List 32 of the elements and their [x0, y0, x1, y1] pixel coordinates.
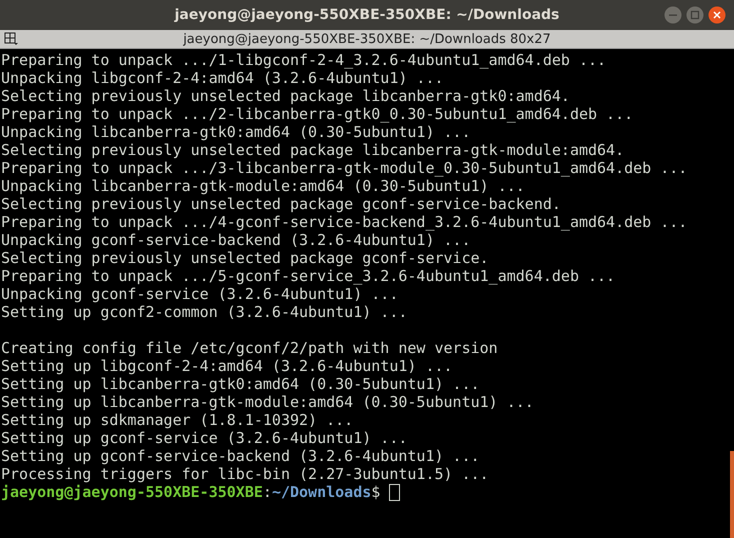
grid-menu-icon[interactable]	[4, 32, 18, 46]
output-line: Selecting previously unselected package gconf-service-backend.	[0, 195, 562, 213]
output-line: Preparing to unpack .../5-gconf-service_3.2.6-4ubuntu1_amd64.deb ...	[0, 267, 616, 285]
output-line: Unpacking libcanberra-gtk-module:amd64 (0.30-5ubuntu1) ...	[0, 177, 526, 195]
prompt-path: ~/Downloads	[272, 483, 372, 501]
output-line: Preparing to unpack .../1-libgconf-2-4_3.2.6-4ubuntu1_amd64.deb ...	[0, 51, 608, 69]
output-line: Preparing to unpack .../4-gconf-service-backend_3.2.6-4ubuntu1_amd64.deb ...	[0, 213, 688, 231]
output-line: Processing triggers for libc-bin (2.27-3ubuntu1.5) ...	[0, 465, 490, 483]
output-line: Unpacking gconf-service-backend (3.2.6-4ubuntu1) ...	[0, 231, 472, 249]
output-line: Unpacking libgconf-2-4:amd64 (3.2.6-4ubuntu1) ...	[0, 69, 445, 87]
prompt-separator: :	[262, 483, 272, 501]
output-line: Setting up sdkmanager (1.8.1-10392) ...	[0, 411, 354, 429]
output-line: Setting up libgconf-2-4:amd64 (3.2.6-4ubuntu1) ...	[0, 357, 454, 375]
output-line: Unpacking libcanberra-gtk0:amd64 (0.30-5ubuntu1) ...	[0, 123, 472, 141]
prompt-user-host: jaeyong@jaeyong-550XBE-350XBE	[1, 483, 263, 501]
output-line: Setting up gconf-service (3.2.6-4ubuntu1) ...	[0, 429, 408, 447]
terminal-size-title: jaeyong@jaeyong-550XBE-350XBE: ~/Downloads 80x27	[182, 32, 552, 46]
output-line: Creating config file /etc/gconf/2/path with new version	[0, 339, 499, 357]
output-line: Setting up gconf2-common (3.2.6-4ubuntu1) ...	[0, 303, 408, 321]
output-line: Setting up libcanberra-gtk-module:amd64 (0.30-5ubuntu1) ...	[0, 393, 535, 411]
prompt-symbol: $	[371, 483, 380, 501]
output-line: Selecting previously unselected package libcanberra-gtk-module:amd64.	[0, 141, 626, 159]
close-icon[interactable]	[708, 6, 726, 24]
output-line: Setting up gconf-service-backend (3.2.6-4ubuntu1) ...	[0, 447, 481, 465]
text-cursor	[389, 484, 400, 500]
window-title: jaeyong@jaeyong-550XBE-350XBE: ~/Downloads	[174, 7, 560, 23]
output-line: Unpacking gconf-service (3.2.6-4ubuntu1) ...	[0, 285, 400, 303]
output-line: Preparing to unpack .../2-libcanberra-gtk0_0.30-5ubuntu1_amd64.deb ...	[0, 105, 634, 123]
output-line: Setting up libcanberra-gtk0:amd64 (0.30-5ubuntu1) ...	[0, 375, 481, 393]
output-line: Selecting previously unselected package gconf-service.	[0, 249, 490, 267]
output-line: Selecting previously unselected package libcanberra-gtk0:amd64.	[0, 87, 571, 105]
output-line: Preparing to unpack .../3-libcanberra-gtk-module_0.30-5ubuntu1_amd64.deb ...	[0, 159, 688, 177]
